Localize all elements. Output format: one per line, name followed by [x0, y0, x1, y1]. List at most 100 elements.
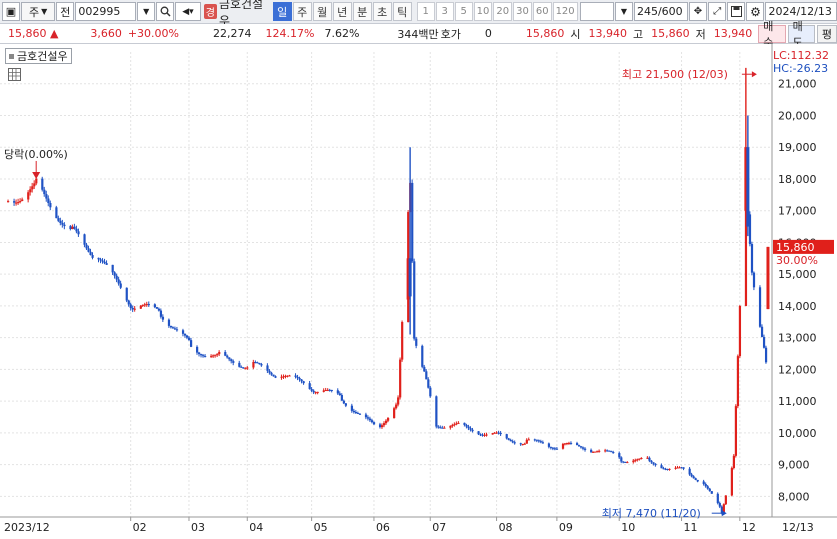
candle-body [324, 390, 327, 392]
candle-body [507, 438, 510, 440]
tab-period-day[interactable]: 일 [272, 2, 292, 21]
candle-body [15, 202, 18, 204]
candle-body [139, 305, 142, 309]
high-price: 15,860 [651, 27, 690, 40]
search-icon[interactable] [156, 2, 175, 21]
candle-body [437, 426, 440, 428]
candle-body [204, 356, 207, 358]
candle-body [491, 433, 494, 435]
warning-badge: 경 [203, 4, 217, 19]
open-price: 13,940 [588, 27, 628, 40]
candle-body [549, 446, 553, 448]
save-icon[interactable] [727, 2, 746, 21]
count-display[interactable]: 245/600 [633, 2, 688, 21]
candle-body [73, 226, 76, 229]
x-tick-label: 2023/12 [4, 521, 50, 534]
eval-button[interactable]: 평 [816, 24, 837, 43]
tab-period-month[interactable]: 월 [312, 2, 332, 21]
candle-body [716, 493, 719, 504]
interval-5[interactable]: 5 [454, 2, 473, 21]
gear-icon[interactable]: ⚙ [746, 2, 765, 21]
price-chart[interactable]: 8,000 9,000 10,000 11,000 12,000 13,000 14,000… [0, 44, 837, 539]
candle-body [415, 338, 418, 346]
candle-body [378, 424, 382, 428]
candle-body [33, 183, 36, 187]
candle-body [610, 451, 613, 453]
interval-20[interactable]: 20 [493, 2, 513, 21]
y-tick-label: 12,000 [778, 363, 817, 376]
window-menu-icon[interactable]: ▣ [2, 2, 20, 21]
x-tick-label: 02 [133, 521, 147, 534]
candle-body [59, 220, 62, 223]
stock-code-input[interactable]: 002995 [75, 2, 137, 21]
candle-body [519, 443, 522, 445]
tab-period-minute[interactable]: 분 [352, 2, 372, 21]
candle-body [467, 426, 470, 429]
table-icon[interactable] [8, 68, 21, 81]
candle-body [41, 178, 44, 190]
candle-body [582, 447, 585, 449]
x-tick-label: 11 [684, 521, 698, 534]
candle-body [173, 328, 177, 330]
interval-dropdown-icon[interactable]: ▼ [614, 2, 633, 21]
candle-body [678, 467, 681, 469]
candle-body [356, 412, 360, 414]
tab-period-second[interactable]: 초 [372, 2, 392, 21]
high-annotation: 최고 21,500 (12/03) [622, 68, 728, 81]
chart-area[interactable]: 8,000 9,000 10,000 11,000 12,000 13,000 14,000… [0, 44, 837, 539]
candle-body [288, 375, 291, 377]
candle-body [523, 443, 526, 445]
candle-body [266, 365, 269, 371]
jeon-button[interactable]: 전 [56, 2, 75, 21]
trend-tool-icon[interactable]: ⤢ [708, 2, 727, 21]
candle-body [505, 434, 508, 439]
candle-body [662, 468, 665, 470]
candle-body [626, 462, 629, 464]
candle-body [27, 192, 30, 200]
date-value: 2024/12/13 [768, 5, 832, 18]
interval-30[interactable]: 30 [513, 2, 532, 21]
candle-body [336, 390, 339, 394]
candle-body [252, 362, 255, 368]
stock-type-label: 주 [29, 5, 40, 19]
candle-body [710, 491, 713, 494]
candle-body [286, 375, 289, 377]
candle-body [441, 427, 444, 429]
speaker-icon[interactable]: ◀▾ [175, 2, 201, 21]
candle-body [736, 356, 740, 407]
buy-button[interactable]: 매수 [758, 20, 786, 49]
interval-3[interactable]: 3 [435, 2, 454, 21]
candle-body [622, 461, 625, 463]
x-tick-label: 04 [249, 521, 263, 534]
tab-period-year[interactable]: 년 [332, 2, 352, 21]
candle-body [97, 257, 100, 260]
candle-body [509, 439, 512, 442]
candle-body [565, 443, 569, 445]
interval-60[interactable]: 60 [532, 2, 552, 21]
tab-period-tick[interactable]: 틱 [392, 2, 412, 21]
stock-type-select[interactable]: 주 ▼ [21, 2, 56, 21]
candle-body [604, 450, 607, 452]
interval-120[interactable]: 120 [552, 2, 578, 21]
candle-body [596, 451, 599, 453]
tab-period-week[interactable]: 주 [292, 2, 312, 21]
crosshair-icon[interactable]: ✥ [688, 2, 708, 21]
candle-body [730, 468, 733, 496]
candle-body [704, 483, 707, 487]
sell-button[interactable]: 매도 [787, 20, 815, 49]
candle-body [298, 378, 301, 380]
interval-custom-input[interactable] [579, 2, 614, 21]
candle-body [75, 228, 78, 232]
x-tick-label: 06 [376, 521, 390, 534]
interval-1[interactable]: 1 [416, 2, 435, 21]
code-dropdown-icon[interactable]: ▼ [137, 2, 156, 21]
candle-body [187, 337, 191, 341]
candle-body [270, 372, 273, 375]
candle-body [224, 352, 227, 356]
chart-legend[interactable]: 금호건설우 [5, 48, 72, 64]
interval-10[interactable]: 10 [473, 2, 493, 21]
interval-buttons: 1 3 5 10 20 30 60 120 [416, 2, 578, 21]
candle-body [598, 450, 601, 452]
candle-body [750, 244, 754, 273]
candle-body [91, 255, 94, 258]
